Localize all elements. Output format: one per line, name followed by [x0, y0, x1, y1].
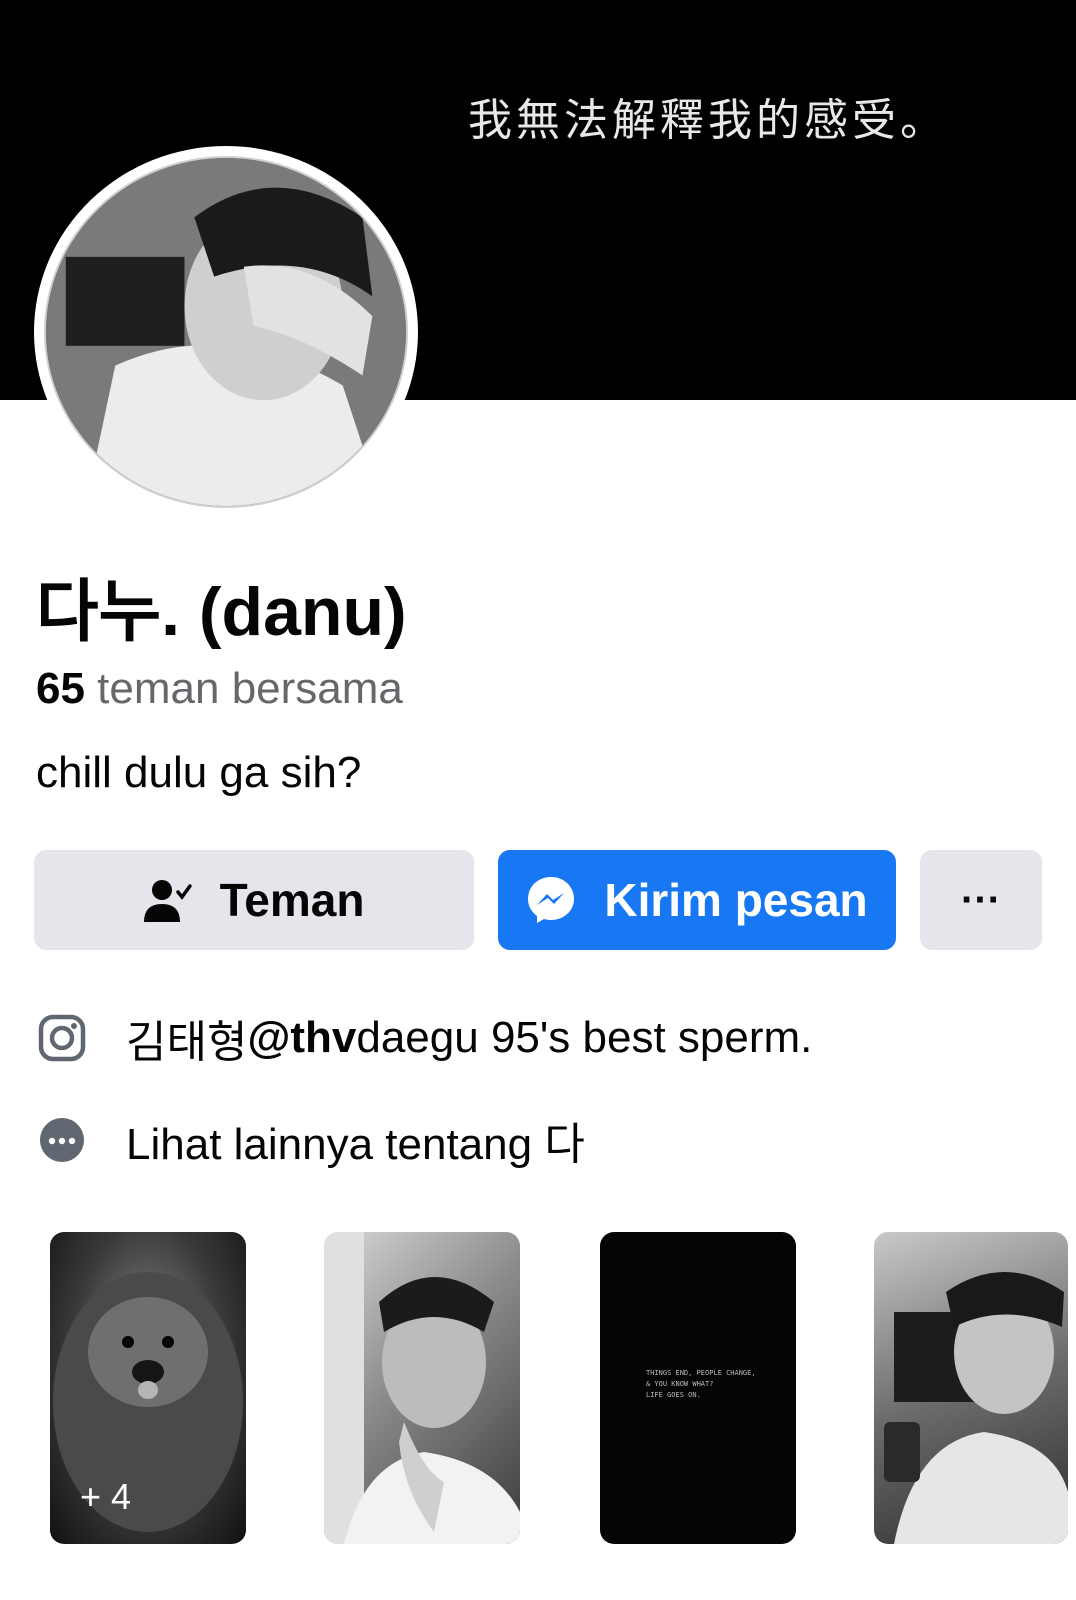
see-more-about-row[interactable]: Lihat lainnya tentang 다: [36, 1108, 585, 1172]
messenger-icon: [526, 875, 576, 925]
friend-check-icon: [143, 878, 192, 922]
profile-bio: chill dulu ga sih?: [36, 748, 362, 797]
mutual-friends-label: teman bersama: [84, 664, 403, 713]
friends-button-label: Teman: [219, 874, 365, 926]
mutual-friends-count: 65: [36, 664, 85, 713]
featured-photo-dog[interactable]: + 4: [50, 1232, 246, 1544]
more-photos-count: + 4: [80, 1476, 132, 1517]
instagram-row[interactable]: 김태형 @thv daegu 95's best sperm.: [36, 1006, 812, 1070]
featured-photo-2[interactable]: [324, 1232, 520, 1544]
instagram-icon: [36, 1012, 88, 1064]
see-more-about-label: Lihat lainnya tentang 다: [126, 1120, 585, 1169]
instagram-handle[interactable]: @thv: [247, 1013, 356, 1063]
featured-photo-4[interactable]: [874, 1232, 1068, 1544]
featured-quote-text: THINGS END, PEOPLE CHANGE, & YOU KNOW WH…: [646, 1369, 756, 1399]
send-message-label: Kirim pesan: [604, 874, 868, 926]
avatar[interactable]: [44, 156, 408, 508]
profile-name: 다누. (danu): [36, 574, 407, 650]
more-options-icon: ···: [961, 877, 1001, 922]
featured-photo-quote[interactable]: THINGS END, PEOPLE CHANGE, & YOU KNOW WH…: [600, 1232, 796, 1544]
more-options-button[interactable]: ···: [920, 850, 1042, 950]
friends-button[interactable]: Teman: [34, 850, 474, 950]
cover-caption: 我無法解釋我的感受。: [468, 95, 948, 146]
instagram-bio: daegu 95's best sperm.: [356, 1013, 813, 1062]
more-dots-icon: [36, 1114, 88, 1166]
send-message-button[interactable]: Kirim pesan: [498, 850, 896, 950]
instagram-name: 김태형: [126, 1018, 248, 1067]
mutual-friends[interactable]: 65 teman bersama: [36, 664, 403, 714]
